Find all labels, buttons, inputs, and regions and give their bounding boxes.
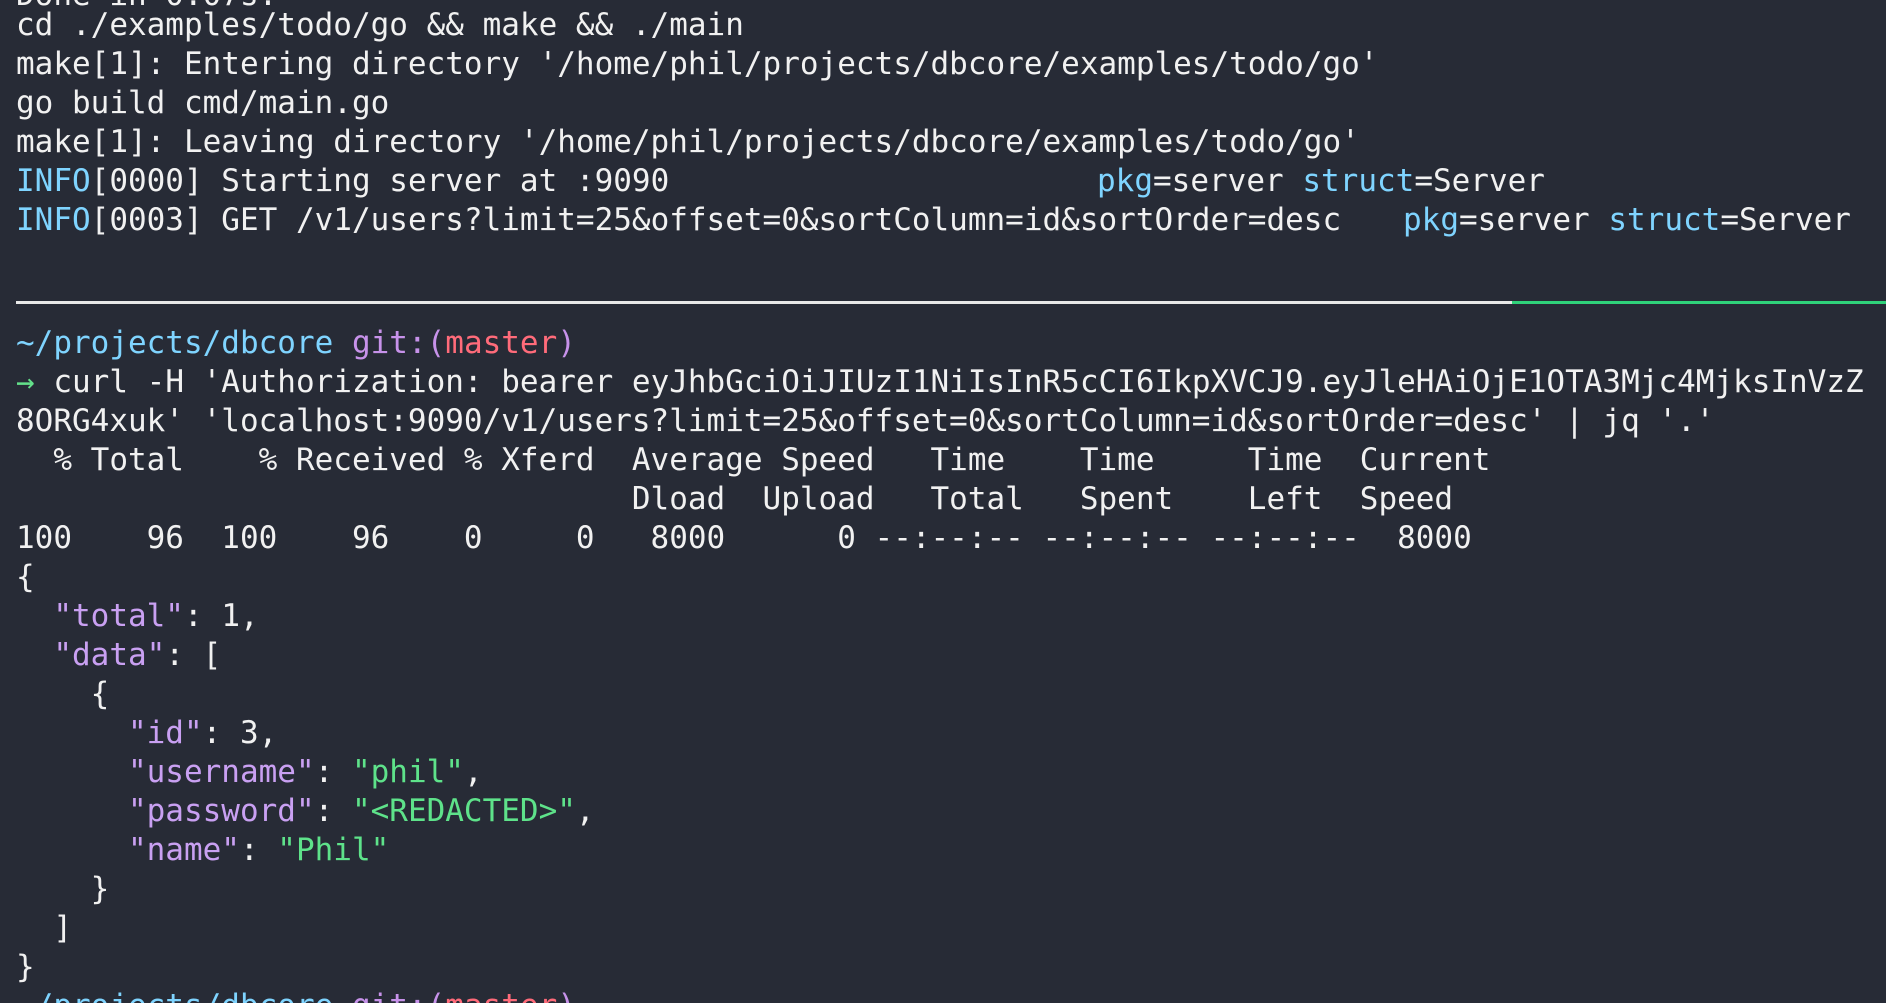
- output-line-make-leave: make[1]: Leaving directory '/home/phil/p…: [16, 124, 1360, 160]
- json-total-line: "total": 1,: [53, 598, 259, 634]
- git-label: git:(: [352, 988, 445, 1003]
- command-line-wrap[interactable]: 8ORG4xuk' 'localhost:9090/v1/users?limit…: [16, 402, 1714, 441]
- log-field-value: Server: [1738, 202, 1851, 238]
- equals-sign: =: [1459, 202, 1478, 238]
- log-fields: pkg=server struct=Server: [1097, 162, 1545, 201]
- output-line-go-build: go build cmd/main.go: [16, 85, 390, 121]
- git-branch: master: [445, 988, 557, 1003]
- json-bracket: ]: [53, 910, 72, 946]
- json-open-brace: {: [16, 559, 35, 595]
- json-array-close: ]: [16, 909, 72, 948]
- json-key: "password": [127, 793, 315, 829]
- json-number: 1: [221, 598, 240, 634]
- shell-prompt-next: ~/projects/dbcore git:(master): [16, 987, 576, 1003]
- json-string: "phil": [351, 754, 464, 790]
- log-field-key: struct: [1608, 202, 1721, 238]
- log-message: Starting server at :9090: [202, 163, 670, 199]
- log-field-key: pkg: [1403, 202, 1459, 238]
- git-label-close: ): [557, 988, 576, 1003]
- json-number: 3: [239, 715, 259, 751]
- json-data-line: "data": [: [53, 637, 222, 673]
- curl-header-row1: % Total % Received % Xferd Average Speed…: [16, 442, 1491, 478]
- log-field-value: server: [1477, 202, 1590, 238]
- output-line-make-enter: make[1]: Entering directory '/home/phil/…: [16, 46, 1379, 82]
- json-password-line: "password": "<REDACTED>",: [127, 793, 595, 829]
- json-object-open: {: [16, 675, 110, 714]
- json-close-brace: }: [16, 949, 35, 985]
- log-timestamp: [0000]: [90, 163, 203, 199]
- json-key: "name": [127, 832, 240, 868]
- json-key: "id": [127, 715, 203, 751]
- equals-sign: =: [1414, 163, 1433, 199]
- prompt-path: ~/projects/dbcore: [16, 988, 333, 1003]
- command-text[interactable]: curl -H 'Authorization: bearer eyJhbGciO…: [35, 364, 1863, 400]
- log-field-value: Server: [1432, 163, 1545, 199]
- log-fields: pkg=server struct=Server: [1403, 201, 1851, 240]
- json-key: "data": [53, 637, 166, 673]
- equals-sign: =: [1153, 163, 1172, 199]
- json-bracket: [: [202, 637, 222, 673]
- command-line[interactable]: → curl -H 'Authorization: bearer eyJhbGc…: [16, 363, 1864, 402]
- log-line-get: INFO[0003] GET /v1/users?limit=25&offset…: [16, 201, 1341, 240]
- json-brace: {: [90, 676, 110, 712]
- log-line-start: INFO[0000] Starting server at :9090: [16, 162, 669, 201]
- log-message: GET /v1/users?limit=25&offset=0&sortColu…: [202, 202, 1342, 238]
- git-branch: master: [445, 325, 558, 361]
- json-id-line: "id": 3,: [127, 715, 278, 751]
- json-string: "Phil": [277, 832, 390, 868]
- log-field-key: pkg: [1097, 163, 1153, 199]
- terminal-window[interactable]: Done in 0.07s. cd ./examples/todo/go && …: [0, 0, 1886, 1003]
- shell-prompt: ~/projects/dbcore git:(master): [16, 324, 576, 363]
- output-line-cd: cd ./examples/todo/go && make && ./main: [16, 7, 744, 43]
- log-field-value: server: [1171, 163, 1284, 199]
- json-name-line: "name": "Phil": [127, 832, 390, 868]
- json-object-close: }: [16, 870, 110, 909]
- git-label-close: ): [557, 325, 576, 361]
- equals-sign: =: [1720, 202, 1739, 238]
- git-label: git:(: [351, 325, 446, 361]
- curl-progress-row: 100 96 100 96 0 0 8000 0 --:--:-- --:--:…: [16, 520, 1472, 556]
- log-level: INFO: [16, 163, 91, 199]
- prompt-arrow-icon: →: [16, 364, 35, 400]
- pane-divider: [16, 301, 1886, 304]
- log-level: INFO: [16, 202, 91, 238]
- json-string: "<REDACTED>": [351, 793, 576, 829]
- log-timestamp: [0003]: [90, 202, 203, 238]
- log-field-key: struct: [1302, 163, 1415, 199]
- json-key: "username": [127, 754, 315, 790]
- json-brace: }: [90, 871, 110, 907]
- pane-divider-progress: [1512, 301, 1886, 304]
- json-key: "total": [53, 598, 184, 634]
- json-username-line: "username": "phil",: [127, 754, 483, 790]
- curl-header-row2: Dload Upload Total Spent Left Speed: [16, 481, 1454, 517]
- prompt-path: ~/projects/dbcore: [16, 325, 334, 361]
